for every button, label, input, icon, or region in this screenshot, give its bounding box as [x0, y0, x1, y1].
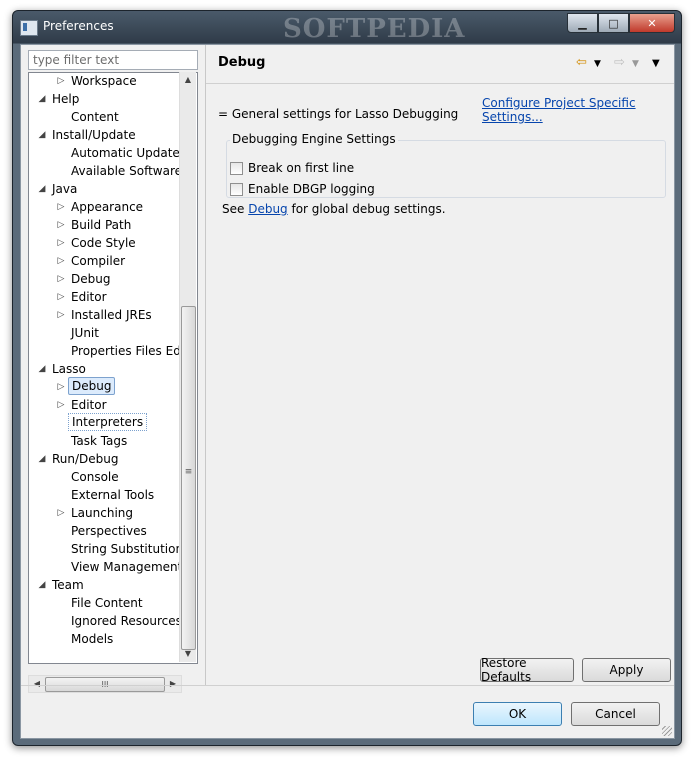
filter-input[interactable]: type filter text	[28, 50, 198, 70]
tree-item-label: Run/Debug	[52, 452, 119, 466]
expand-icon[interactable]: ▷	[56, 288, 66, 306]
tree-item-label: Available Software S	[71, 164, 194, 178]
tree-item-label: Java	[52, 182, 78, 196]
scroll-left-icon[interactable]: ◀	[29, 676, 45, 692]
resize-grip[interactable]	[662, 726, 672, 736]
expand-icon[interactable]: ▷	[56, 306, 66, 324]
scroll-thumb[interactable]: ≡	[181, 306, 196, 650]
tree-item-label: JUnit	[71, 326, 99, 340]
tree-item-label: Code Style	[71, 236, 136, 250]
expand-icon[interactable]: ▷	[56, 252, 66, 270]
preference-page: Debug ⇦ ▼ ⇨ ▼ ▼ Configure Project Specif…	[205, 45, 674, 685]
collapse-icon[interactable]: ◢	[37, 360, 47, 378]
checkbox-label: Break on first line	[248, 161, 355, 175]
tree-horizontal-scrollbar[interactable]: ◀ III ▶	[28, 675, 182, 693]
collapse-icon[interactable]: ◢	[37, 576, 47, 594]
tree-item-label: Properties Files Edito	[71, 344, 197, 358]
grip-icon: ≡	[184, 467, 193, 477]
page-description: = General settings for Lasso Debugging	[218, 107, 459, 121]
tree-item-label: Console	[71, 470, 119, 484]
tree-item-label: Appearance	[71, 200, 144, 214]
expand-icon[interactable]: ▷	[56, 396, 66, 414]
collapse-icon[interactable]: ◢	[37, 126, 47, 144]
tree-item-label: Ignored Resources	[71, 614, 182, 628]
scroll-down-icon[interactable]: ▼	[180, 646, 196, 662]
watermark: SOFTPEDIA	[283, 14, 466, 44]
page-header: Debug ⇦ ▼ ⇨ ▼ ▼	[206, 45, 674, 84]
back-dropdown-icon[interactable]: ▼	[594, 59, 601, 69]
see-debug-text: See Debug for global debug settings.	[222, 202, 446, 216]
group-label: Debugging Engine Settings	[230, 132, 398, 146]
expand-icon[interactable]: ▷	[56, 198, 66, 216]
checkbox-label: Enable DBGP logging	[248, 182, 375, 196]
maximize-button[interactable]: □	[598, 13, 629, 33]
tree-item-label: Editor	[71, 398, 107, 412]
expand-icon[interactable]: ▷	[56, 73, 66, 90]
collapse-icon[interactable]: ◢	[37, 180, 47, 198]
app-icon	[20, 20, 38, 36]
checkbox-box[interactable]	[230, 182, 243, 196]
tree-item-label: File Content	[71, 596, 143, 610]
back-icon[interactable]: ⇦	[576, 55, 587, 70]
collapse-icon[interactable]: ◢	[37, 450, 47, 468]
view-menu-icon[interactable]: ▼	[652, 58, 660, 69]
tree-item-label: Compiler	[71, 254, 126, 268]
break-first-line-checkbox[interactable]: Break on first line	[230, 161, 354, 175]
tree-item-label: Installed JREs	[71, 308, 152, 322]
close-button[interactable]: ✕	[629, 13, 675, 33]
dbgp-logging-checkbox[interactable]: Enable DBGP logging	[230, 182, 375, 196]
collapse-icon[interactable]: ◢	[37, 90, 47, 108]
tree-item-label: Interpreters	[68, 413, 148, 431]
expand-icon[interactable]: ▷	[56, 234, 66, 252]
scroll-right-icon[interactable]: ▶	[165, 676, 181, 692]
tree-item-label: Lasso	[52, 362, 86, 376]
expand-icon[interactable]: ▷	[56, 216, 66, 234]
configure-project-link[interactable]: Configure Project Specific Settings...	[482, 96, 674, 124]
forward-dropdown-icon[interactable]: ▼	[632, 59, 639, 69]
page-title: Debug	[218, 55, 266, 70]
window-title: Preferences	[43, 19, 114, 33]
tree-vertical-scrollbar[interactable]: ▲ ≡ ▼	[179, 72, 196, 662]
tree-item-label: Perspectives	[71, 524, 147, 538]
preference-tree: ▷ Workspace ◢ Help Content ◢ Install/Update Aut…	[28, 72, 198, 664]
tree-item-label: Automatic Updates	[71, 146, 187, 160]
tree-item-label: Launching	[71, 506, 134, 520]
expand-icon[interactable]: ▷	[56, 504, 66, 522]
minimize-button[interactable]: ▁	[567, 13, 598, 33]
restore-defaults-button[interactable]: Restore Defaults	[480, 656, 574, 684]
footer-separator	[21, 685, 674, 686]
left-pane: type filter text ▷ Workspace ◢ Help Content ◢…	[21, 45, 205, 693]
tree-item-label: Debug	[68, 377, 116, 395]
tree-item-label: Models	[71, 632, 114, 646]
debug-link[interactable]: Debug	[248, 202, 287, 216]
tree-item-label: Workspace	[71, 74, 137, 88]
checkbox-box[interactable]	[230, 161, 243, 175]
tree-item-label: External Tools	[71, 488, 155, 502]
title-bar[interactable]: Preferences SOFTPEDIA ▁ □ ✕	[13, 11, 681, 44]
dialog-client: type filter text ▷ Workspace ◢ Help Content ◢…	[20, 44, 675, 739]
cancel-button[interactable]: Cancel	[571, 702, 660, 726]
tree-item-label: Team	[52, 578, 84, 592]
apply-button[interactable]: Apply	[582, 658, 671, 682]
expand-icon[interactable]: ▷	[56, 378, 66, 396]
tree-item-label: Debug	[71, 272, 111, 286]
forward-icon[interactable]: ⇨	[614, 55, 625, 70]
tree-item-label: Install/Update	[52, 128, 136, 142]
scroll-up-icon[interactable]: ▲	[180, 72, 196, 88]
expand-icon[interactable]: ▷	[56, 270, 66, 288]
preferences-window: Preferences SOFTPEDIA ▁ □ ✕ type filter …	[12, 10, 682, 746]
tree-item-label: Content	[71, 110, 119, 124]
tree-item-label: Help	[52, 92, 80, 106]
ok-button[interactable]: OK	[473, 702, 562, 726]
tree-item-label: Task Tags	[71, 434, 128, 448]
tree-item-label: View Management	[71, 560, 183, 574]
tree-item-label: String Substitution	[71, 542, 184, 556]
tree-item-label: Editor	[71, 290, 107, 304]
tree-item-label: Build Path	[71, 218, 132, 232]
